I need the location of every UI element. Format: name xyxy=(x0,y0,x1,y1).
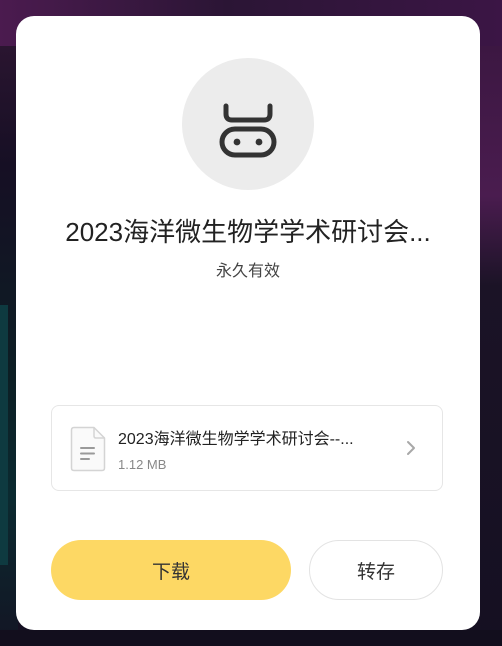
share-title: 2023海洋微生物学学术研讨会... xyxy=(65,217,431,247)
save-to-drive-button[interactable]: 转存 xyxy=(309,540,443,600)
cow-face-icon xyxy=(219,103,277,158)
file-name: 2023海洋微生物学学术研讨会--... xyxy=(118,431,354,448)
share-validity: 永久有效 xyxy=(215,263,280,280)
document-icon xyxy=(70,426,106,472)
background-right xyxy=(478,46,502,646)
download-button[interactable]: 下载 xyxy=(51,540,291,600)
chevron-right-icon xyxy=(407,441,415,455)
background-bottom xyxy=(0,630,502,646)
sharer-avatar xyxy=(182,58,314,190)
file-size: 1.12 MB xyxy=(118,457,167,472)
background-left-accent xyxy=(0,305,8,565)
file-item[interactable]: 2023海洋微生物学学术研讨会--... 1.12 MB xyxy=(51,405,443,491)
share-dialog: 2023海洋微生物学学术研讨会... 永久有效 2023海洋微生物学学术研讨会-… xyxy=(16,16,480,630)
